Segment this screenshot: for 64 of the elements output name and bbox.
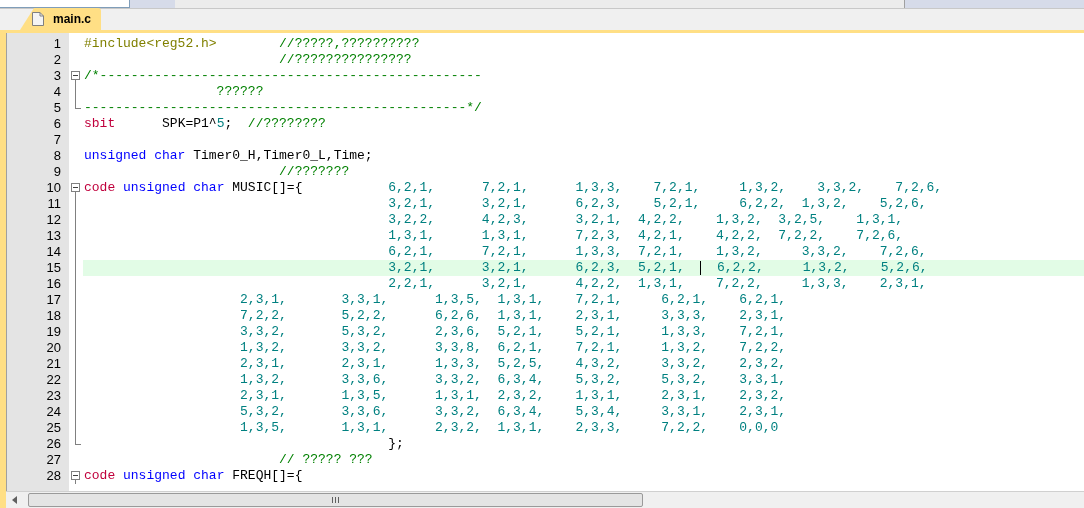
line-number: 11 <box>47 196 61 212</box>
code-line: // ????? ??? <box>278 452 373 468</box>
code-line: /*------------------------------------------------- <box>83 68 482 84</box>
code-line: code unsigned char FREQH[]={ <box>83 468 303 484</box>
code-line: 3,2,1, 3,2,1, 6,2,3, 5,2,1, 6,2,2, 1,3,2, 5,2,6, <box>387 196 927 212</box>
code-line: -------------------------------------------------*/ <box>83 100 482 116</box>
collapse-icon[interactable] <box>71 71 80 80</box>
code-line: 3,2,2, 4,2,3, 3,2,1, 4,2,2, 1,3,2, 3,2,5, 1,3,1, <box>387 212 904 228</box>
line-number: 17 <box>46 292 61 308</box>
code-line: 1,3,5, 1,3,1, 2,3,2, 1,3,1, 2,3,3, 7,2,2, 0,0,0 <box>239 420 779 436</box>
code-line: 5,3,2, 3,3,6, 3,3,2, 6,3,4, 5,3,4, 3,3,1, 2,3,1, <box>239 404 787 420</box>
file-icon <box>32 12 44 26</box>
line-number: 13 <box>46 228 61 244</box>
code-line: sbit SPK=P1^5; //???????? <box>83 116 326 132</box>
line-number: 2 <box>53 52 61 68</box>
scrollbar-thumb[interactable] <box>28 493 643 507</box>
line-number: 8 <box>53 148 61 164</box>
line-number: 9 <box>53 164 61 180</box>
line-number: 28 <box>46 468 61 484</box>
collapse-icon[interactable] <box>71 471 80 480</box>
code-line: 2,3,1, 1,3,5, 1,3,1, 2,3,2, 1,3,1, 2,3,1, 2,3,2, <box>239 388 787 404</box>
code-line: 6,2,1, 7,2,1, 1,3,3, 7,2,1, 1,3,2, 3,3,2, 7,2,6, <box>387 244 927 260</box>
line-number: 4 <box>53 84 61 100</box>
line-number: 26 <box>46 436 61 452</box>
code-line: 2,3,1, 3,3,1, 1,3,5, 1,3,1, 7,2,1, 6,2,1, 6,2,1, <box>239 292 787 308</box>
grip-icon <box>332 497 339 503</box>
code-line: }; <box>387 436 404 452</box>
line-number: 27 <box>46 452 61 468</box>
line-number: 3 <box>53 68 61 84</box>
line-number: 24 <box>46 404 61 420</box>
line-number: 18 <box>46 308 61 324</box>
line-number: 10 <box>46 180 61 196</box>
line-number: 12 <box>46 212 61 228</box>
code-line: ?????? <box>215 84 264 100</box>
line-number: 16 <box>46 276 61 292</box>
collapse-icon[interactable] <box>71 183 80 192</box>
line-number: 20 <box>46 340 61 356</box>
code-line: 2,2,1, 3,2,1, 4,2,2, 1,3,1, 7,2,2, 1,3,3, 2,3,1, <box>387 276 927 292</box>
line-number: 15 <box>46 260 61 276</box>
code-line: unsigned char Timer0_H,Timer0_L,Time; <box>83 148 373 164</box>
code-line: //??????????????? <box>278 52 412 68</box>
file-tab[interactable]: main.c <box>20 8 101 30</box>
line-number: 5 <box>53 100 61 116</box>
line-number: 6 <box>53 116 61 132</box>
line-number: 25 <box>46 420 61 436</box>
code-line: #include<reg52.h> //?????,?????????? <box>83 36 420 52</box>
code-line: 1,3,1, 1,3,1, 7,2,3, 4,2,1, 4,2,2, 7,2,2, 7,2,6, <box>387 228 904 244</box>
code-line: 2,3,1, 2,3,1, 1,3,3, 5,2,5, 4,3,2, 3,3,2, 2,3,2, <box>239 356 787 372</box>
scroll-left-icon[interactable] <box>12 496 18 504</box>
code-line: 3,3,2, 5,3,2, 2,3,6, 5,2,1, 5,2,1, 1,3,3, 7,2,1, <box>239 324 787 340</box>
code-line: 3,2,1, 3,2,1, 6,2,3, 5,2,1, 6,2,2, 1,3,2, 5,2,6, <box>387 260 928 276</box>
line-number: 19 <box>46 324 61 340</box>
code-line: code unsigned char MUSIC[]={ 6,2,1, 7,2,1, 1,3,3, 7,2,1, 1,3,2, 3,3,2, 7,2,6, <box>83 180 943 196</box>
line-number: 21 <box>46 356 61 372</box>
code-line: 7,2,2, 5,2,2, 6,2,6, 1,3,1, 2,3,1, 3,3,3, 2,3,1, <box>239 308 787 324</box>
horizontal-scrollbar[interactable] <box>6 491 1084 508</box>
code-line: 1,3,2, 3,3,6, 3,3,2, 6,3,4, 5,3,2, 5,3,2, 3,3,1, <box>239 372 787 388</box>
line-number: 23 <box>46 388 61 404</box>
line-number: 14 <box>46 244 61 260</box>
line-number: 1 <box>53 36 61 52</box>
line-number: 22 <box>46 372 61 388</box>
line-number: 7 <box>53 132 61 148</box>
code-line: //??????? <box>278 164 350 180</box>
code-line: 1,3,2, 3,3,2, 3,3,8, 6,2,1, 7,2,1, 1,3,2, 7,2,2, <box>239 340 787 356</box>
